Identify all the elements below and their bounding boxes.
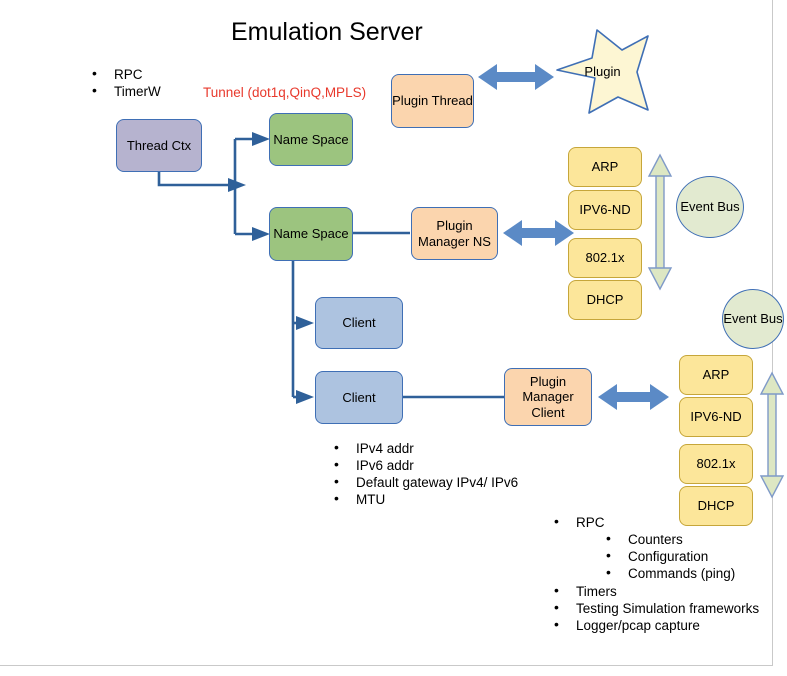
- node-plugin-thread[interactable]: Plugin Thread: [391, 74, 474, 128]
- node-event-bus-2[interactable]: Event Bus: [722, 289, 784, 349]
- node-plugin-manager-ns[interactable]: Plugin Manager NS: [411, 207, 498, 260]
- page-title: Emulation Server: [231, 18, 423, 46]
- protocol-box-8021x-top[interactable]: 802.1x: [568, 238, 642, 278]
- node-name-space-2[interactable]: Name Space: [269, 207, 353, 261]
- protocol-box-ipv6nd-top[interactable]: IPV6-ND: [568, 190, 642, 230]
- list-item: IPv6 addr: [330, 456, 530, 474]
- features-list: RPC Counters Configuration Commands (pin…: [550, 513, 765, 634]
- list-item: MTU: [330, 490, 530, 508]
- list-item: Timers: [550, 582, 765, 600]
- list-item: Testing Simulation frameworks: [550, 599, 765, 617]
- diagram-canvas: Emulation Server RPC TimerW Tunnel (dot1…: [0, 0, 787, 676]
- top-left-bullets: RPC TimerW: [88, 65, 161, 100]
- list-item-label: RPC: [576, 515, 605, 530]
- list-item: TimerW: [88, 82, 161, 100]
- list-item: Configuration: [602, 547, 765, 565]
- list-item-rpc: RPC Counters Configuration Commands (pin…: [550, 513, 765, 583]
- node-plugin-manager-client[interactable]: Plugin Manager Client: [504, 368, 592, 426]
- protocol-box-ipv6nd-bottom[interactable]: IPV6-ND: [679, 397, 753, 437]
- protocol-box-8021x-bottom[interactable]: 802.1x: [679, 444, 753, 484]
- node-event-bus-1[interactable]: Event Bus: [676, 176, 744, 238]
- node-plugin-label: Plugin: [584, 64, 621, 79]
- node-name-space-1[interactable]: Name Space: [269, 113, 353, 166]
- list-item: Commands (ping): [602, 564, 765, 582]
- protocol-box-dhcp-top[interactable]: DHCP: [568, 280, 642, 320]
- node-thread-ctx[interactable]: Thread Ctx: [116, 119, 202, 172]
- list-item: IPv4 addr: [330, 439, 530, 457]
- protocol-box-arp-bottom[interactable]: ARP: [679, 355, 753, 395]
- list-item: RPC: [88, 65, 161, 83]
- node-plugin-star[interactable]: Plugin: [557, 30, 648, 113]
- node-client-1[interactable]: Client: [315, 297, 403, 349]
- list-item: Default gateway IPv4/ IPv6: [330, 473, 530, 491]
- client-attributes-list: IPv4 addr IPv6 addr Default gateway IPv4…: [330, 439, 530, 509]
- node-client-2[interactable]: Client: [315, 371, 403, 424]
- list-item: Counters: [602, 530, 765, 548]
- tunnel-annotation: Tunnel (dot1q,QinQ,MPLS): [203, 85, 367, 100]
- protocol-box-arp-top[interactable]: ARP: [568, 147, 642, 187]
- page-border-bottom: [0, 665, 772, 666]
- list-item: Logger/pcap capture: [550, 616, 765, 634]
